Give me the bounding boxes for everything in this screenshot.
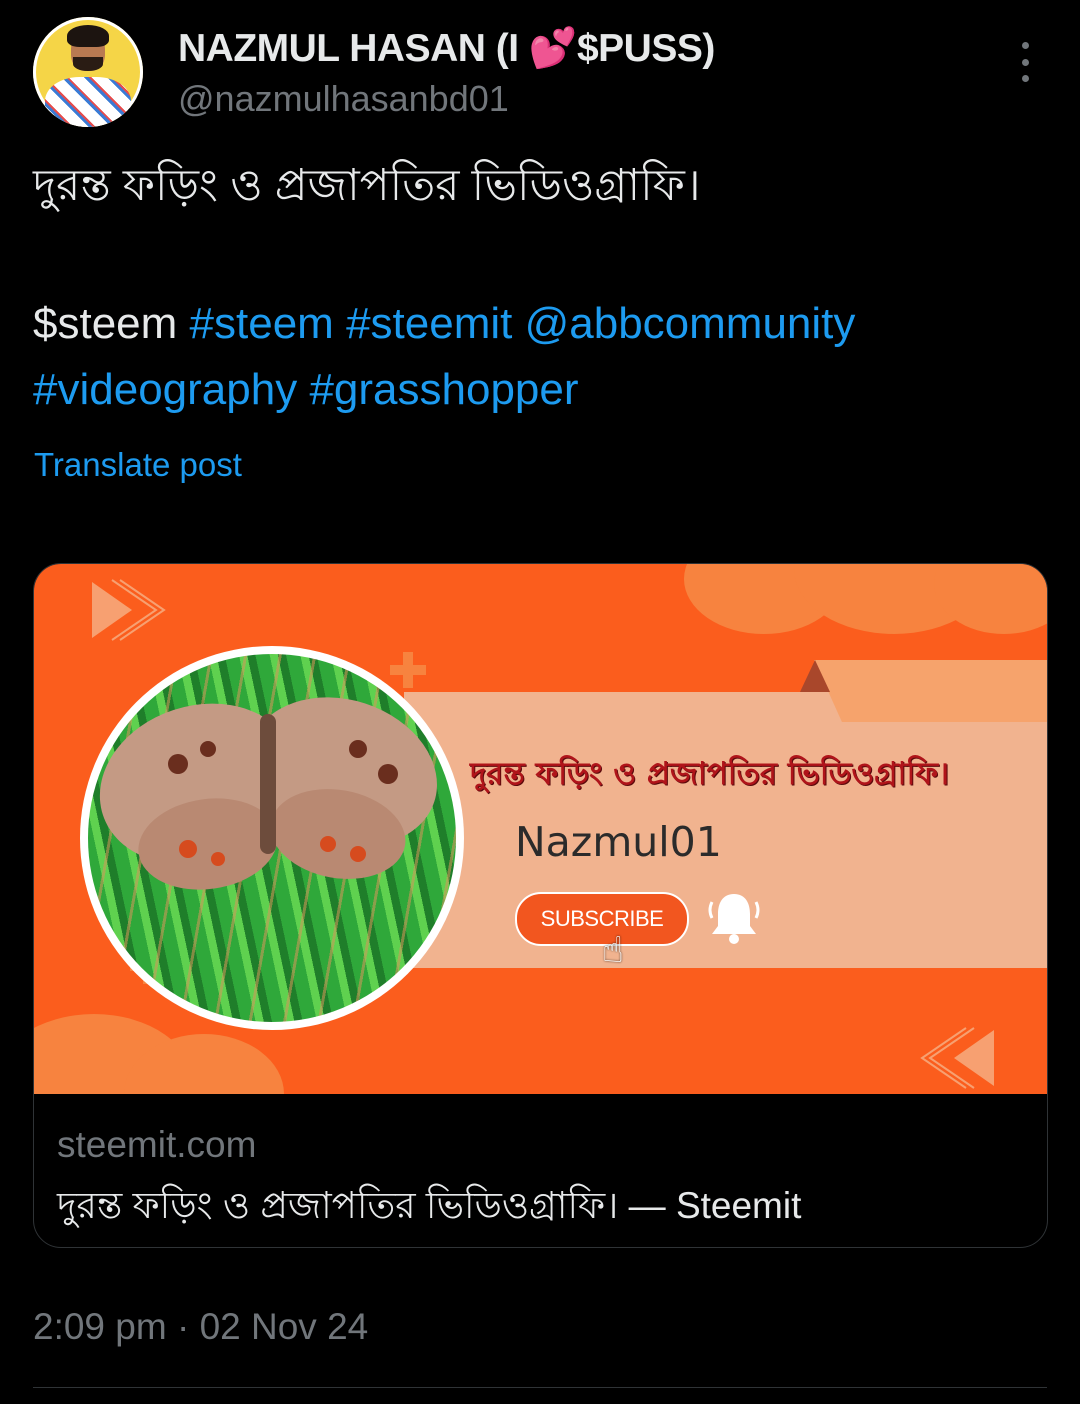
card-title: দুরন্ত ফড়িং ও প্রজাপতির ভিডিওগ্রাফি। — … (57, 1185, 802, 1226)
divider (33, 1387, 1047, 1388)
hand-cursor-icon: ☝ (602, 930, 624, 971)
more-options-icon[interactable] (1014, 42, 1036, 82)
mention-abbcommunity[interactable]: @abbcommunity (525, 299, 856, 348)
hearts-emoji: 💕 (528, 27, 578, 70)
hashtag-grasshopper[interactable]: #grasshopper (309, 365, 578, 414)
tweet-tags-line2: #videography #grasshopper (33, 357, 579, 423)
post-timestamp[interactable]: 2:09 pm · 02 Nov 24 (33, 1306, 368, 1348)
hashtag-videography[interactable]: #videography (33, 365, 297, 414)
bell-icon (708, 894, 760, 944)
hashtag-steemit[interactable]: #steemit (346, 299, 512, 348)
card-domain: steemit.com (57, 1124, 257, 1165)
author-display-name[interactable]: NAZMUL HASAN (I 💕$PUSS) (178, 25, 715, 71)
rewind-arrows-icon (920, 1027, 994, 1089)
butterfly-photo (80, 646, 464, 1030)
display-name-suffix: $PUSS) (576, 27, 715, 70)
cashtag: $steem (33, 299, 178, 348)
play-arrows-icon (92, 579, 166, 641)
display-name-text: NAZMUL HASAN (I (178, 27, 529, 70)
card-thumbnail: দুরন্ত ফড়িং ও প্রজাপতির ভিডিওগ্রাফি। Na… (34, 564, 1047, 1094)
tweet-tags-line1: $steem #steem #steemit @abbcommunity (33, 291, 855, 357)
hashtag-steem[interactable]: #steem (190, 299, 334, 348)
author-handle[interactable]: @nazmulhasanbd01 (178, 78, 509, 120)
avatar[interactable] (33, 17, 143, 127)
tweet-detail: NAZMUL HASAN (I 💕$PUSS) @nazmulhasanbd01… (0, 0, 1080, 1404)
tweet-text-line1: দুরন্ত ফড়িং ও প্রজাপতির ভিডিওগ্রাফি। (33, 161, 701, 210)
banner-title: দুরন্ত ফড়িং ও প্রজাপতির ভিডিওগ্রাফি। (470, 756, 950, 792)
link-preview-card[interactable]: দুরন্ত ফড়িং ও প্রজাপতির ভিডিওগ্রাফি। Na… (33, 563, 1048, 1248)
translate-post-link[interactable]: Translate post (34, 446, 242, 484)
channel-name: Nazmul01 (515, 818, 722, 866)
